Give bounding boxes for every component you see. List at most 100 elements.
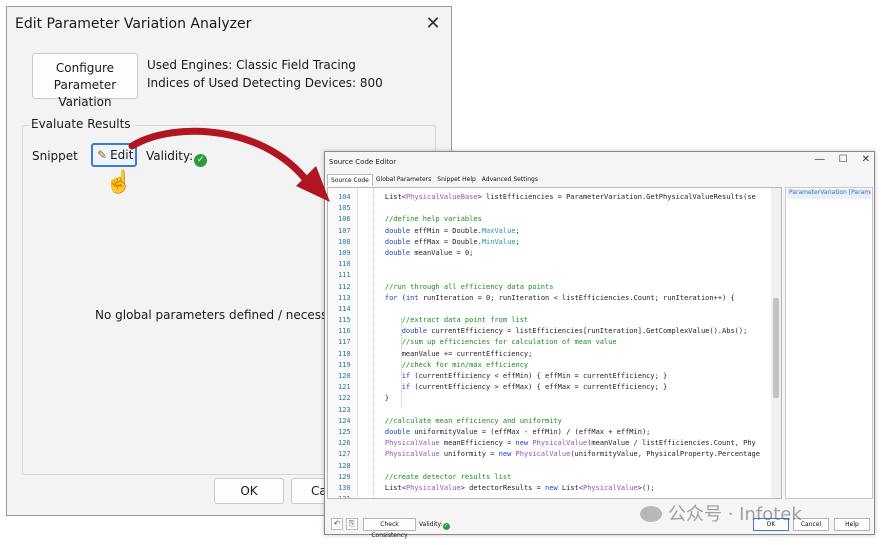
code-line: 116 double currentEfficiency = listEffic…: [328, 326, 781, 337]
window-controls: — ☐ ✕: [815, 154, 870, 165]
line-number: 123: [338, 405, 351, 414]
ok-button[interactable]: OK: [214, 478, 284, 504]
line-number: 113: [338, 293, 351, 302]
line-number: 131: [328, 494, 356, 498]
code-line: 129 //create detector results list: [328, 472, 781, 483]
code-line: 111: [328, 270, 781, 281]
maximize-icon[interactable]: ☐: [839, 154, 848, 165]
line-number: 116: [338, 327, 351, 336]
pencil-icon: ✎: [97, 148, 108, 162]
code-text: PhysicalValue meanEfficiency = new Physi…: [384, 439, 756, 448]
scrollbar-thumb[interactable]: [773, 298, 779, 398]
close-icon[interactable]: ✕: [423, 13, 443, 33]
code-line: 104 List<PhysicalValueBase> listEfficien…: [328, 192, 781, 203]
tab-global-parameters[interactable]: Global Parameters: [373, 174, 434, 186]
line-number: 130: [338, 483, 351, 492]
code-line: 107 double effMin = Double.MaxValue;: [328, 226, 781, 237]
code-text: for (int runIteration = 0; runIteration …: [384, 293, 735, 302]
line-number: 104: [338, 193, 351, 201]
code-text: //extract data point from list: [368, 316, 529, 325]
editor-tabs: Source Code Global Parameters Snippet He…: [327, 174, 541, 186]
validity-label: Validity:: [146, 149, 194, 163]
source-code-editor-dialog: Source Code Editor — ☐ ✕ Source Code Glo…: [324, 151, 875, 539]
tab-source-code[interactable]: Source Code: [327, 174, 373, 186]
edit-snippet-button[interactable]: ✎ Edit: [91, 143, 137, 167]
line-number: 118: [338, 349, 351, 358]
line-number: 122: [338, 394, 351, 403]
line-number: 105: [338, 204, 351, 213]
code-text: double meanValue = 0;: [384, 248, 474, 257]
used-devices-text: Indices of Used Detecting Devices: 800: [147, 76, 383, 90]
code-line: 118 meanValue += currentEfficiency;: [328, 349, 781, 360]
code-line: 120 if (currentEfficiency < effMin) { ef…: [328, 371, 781, 382]
code-text: double effMin = Double.MaxValue;: [384, 226, 520, 235]
code-line: 114: [328, 304, 781, 315]
used-engines-text: Used Engines: Classic Field Tracing: [147, 58, 356, 72]
code-text: //check for min/max efficiency: [368, 360, 529, 369]
copy-icon[interactable]: ⎘: [346, 518, 358, 530]
line-number: 109: [338, 248, 351, 257]
line-number: 112: [338, 282, 351, 291]
dialog-title: Edit Parameter Variation Analyzer: [15, 16, 252, 32]
snippet-label: Snippet: [32, 149, 78, 163]
code-text: if (currentEfficiency > effMax) { effMax…: [401, 383, 668, 392]
close-icon[interactable]: ✕: [862, 154, 870, 165]
line-number: 121: [338, 383, 351, 392]
snippet-help-side-panel: ParameterVariation [Paramete: [785, 187, 873, 499]
line-number: 117: [338, 338, 351, 347]
code-text: if (currentEfficiency < effMin) { effMin…: [401, 372, 668, 380]
line-number: 125: [338, 427, 351, 436]
line-number: 108: [338, 237, 351, 246]
configure-button-line-1: Configure Parameter: [53, 61, 117, 92]
vertical-scrollbar[interactable]: [771, 188, 781, 498]
code-text: //sum up efficiencies for calculation of…: [368, 338, 617, 347]
undo-icon[interactable]: ↶: [331, 518, 343, 530]
check-icon: ✓: [442, 523, 450, 530]
code-line: 131: [328, 494, 781, 498]
code-text: double effMax = Double.MinValue;: [384, 237, 520, 246]
line-number: 114: [338, 304, 351, 313]
code-editor[interactable]: 104 List<PhysicalValueBase> listEfficien…: [327, 187, 782, 499]
watermark: 公众号 · Infotek: [640, 500, 802, 526]
code-line: 128: [328, 461, 781, 472]
code-text: //define help variables: [368, 215, 482, 224]
line-number: 127: [338, 450, 351, 459]
code-line: 123: [328, 405, 781, 416]
editor-validity-label: Validity:: [419, 521, 443, 528]
code-text: PhysicalValue uniformity = new PhysicalV…: [384, 450, 760, 459]
code-text: }: [368, 394, 390, 403]
line-number: 115: [338, 316, 351, 325]
line-number: 124: [338, 416, 351, 425]
code-line: 105: [328, 203, 781, 214]
tab-advanced-settings[interactable]: Advanced Settings: [479, 174, 541, 186]
minimize-icon[interactable]: —: [815, 154, 825, 165]
check-consistency-button[interactable]: Check Consistency: [363, 518, 416, 539]
editor-title: Source Code Editor: [329, 158, 397, 166]
code-line: 108 double effMax = Double.MinValue;: [328, 237, 781, 248]
code-text: List<PhysicalValueBase> listEfficiencies…: [368, 193, 756, 201]
code-line: 122 }: [328, 393, 781, 404]
code-line: 110: [328, 259, 781, 270]
code-line: 117 //sum up efficiencies for calculatio…: [328, 337, 781, 348]
code-text: meanValue += currentEfficiency;: [368, 349, 533, 358]
line-number: 129: [338, 472, 351, 481]
code-line: 126 PhysicalValue meanEfficiency = new P…: [328, 438, 781, 449]
code-text: double uniformityValue = (effMax - effMi…: [384, 427, 651, 436]
code-line: 130 List<PhysicalValue> detectorResults …: [328, 483, 781, 494]
code-line: 121 if (currentEfficiency > effMax) { ef…: [328, 382, 781, 393]
code-text: double currentEfficiency = listEfficienc…: [401, 327, 748, 336]
check-icon: ✓: [194, 154, 208, 167]
code-text: //run through all efficiency data points: [368, 282, 554, 291]
editor-help-button[interactable]: Help: [834, 518, 870, 531]
validity-indicator: Validity: ✓: [146, 149, 208, 167]
code-line: 119 //check for min/max efficiency: [328, 360, 781, 371]
line-number: 119: [338, 360, 351, 369]
wechat-logo-icon: [640, 506, 662, 522]
configure-parameter-variation-button[interactable]: Configure Parameter Variation: [32, 53, 138, 109]
side-panel-header[interactable]: ParameterVariation [Paramete: [787, 189, 871, 199]
code-line: 115 //extract data point from list: [328, 315, 781, 326]
tab-snippet-help[interactable]: Snippet Help: [434, 174, 479, 186]
code-lines: 104 List<PhysicalValueBase> listEfficien…: [328, 192, 781, 498]
line-number: 106: [338, 215, 351, 224]
line-number: 111: [338, 271, 351, 280]
